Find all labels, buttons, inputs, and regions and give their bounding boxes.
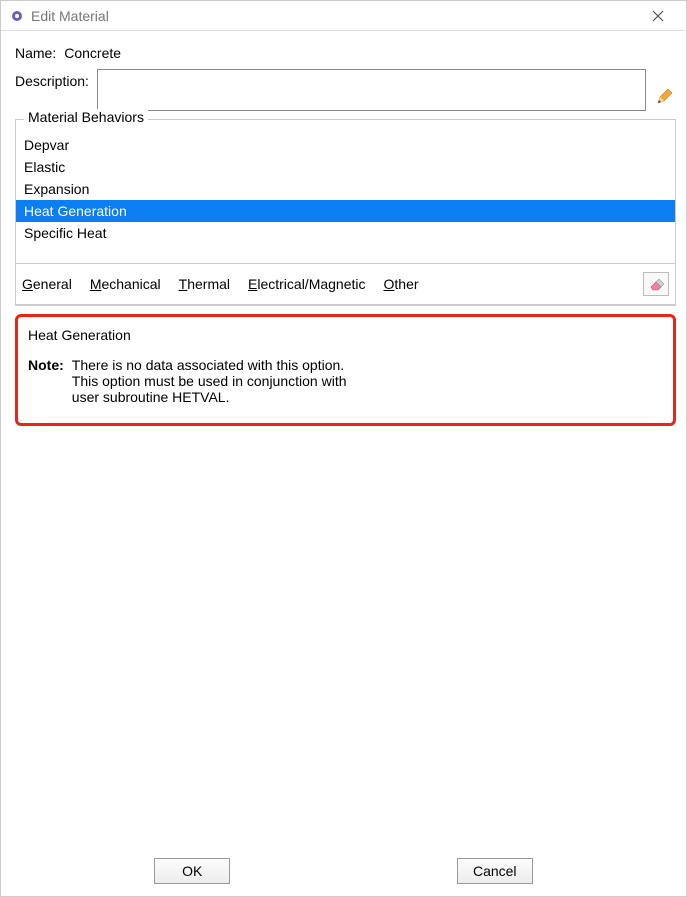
behavior-menubar: General Mechanical Thermal Electrical/Ma… [16,264,675,305]
description-input[interactable] [97,69,646,111]
app-icon [9,8,25,24]
pencil-icon [656,87,674,105]
behavior-item[interactable]: Heat Generation [16,200,675,222]
behavior-item[interactable]: Depvar [16,134,675,156]
dialog-content: Name: Concrete Description: Material Beh… [1,31,686,846]
menu-other[interactable]: Other [384,276,419,292]
titlebar: Edit Material [1,1,686,31]
material-behaviors-fieldset: Material Behaviors DepvarElasticExpansio… [15,119,676,306]
behavior-list[interactable]: DepvarElasticExpansionHeat GenerationSpe… [16,134,675,264]
eraser-icon [648,277,664,291]
behavior-note: Note: There is no data associated with t… [28,357,663,405]
window-title: Edit Material [31,8,638,24]
edit-description-button[interactable] [654,85,676,107]
note-text: There is no data associated with this op… [72,357,347,405]
behavior-detail-panel: Heat Generation Note: There is no data a… [15,314,676,426]
behavior-item[interactable]: Expansion [16,178,675,200]
ok-button[interactable]: OK [154,858,230,884]
name-row: Name: Concrete [15,41,676,61]
name-label: Name: [15,41,56,61]
behavior-item[interactable]: Specific Heat [16,222,675,244]
menu-electrical[interactable]: Electrical/Magnetic [248,276,366,292]
behavior-item[interactable]: Elastic [16,156,675,178]
delete-behavior-button[interactable] [643,272,669,296]
note-label: Note: [28,357,64,373]
menu-thermal[interactable]: Thermal [179,276,230,292]
dialog-footer: OK Cancel [1,846,686,896]
close-button[interactable] [638,2,678,30]
name-value: Concrete [64,41,121,61]
behavior-detail-title: Heat Generation [28,327,663,343]
cancel-button[interactable]: Cancel [457,858,533,884]
description-row: Description: [15,69,676,111]
menu-mechanical[interactable]: Mechanical [90,276,161,292]
material-behaviors-legend: Material Behaviors [24,109,148,125]
menu-general[interactable]: General [22,276,72,292]
description-label: Description: [15,69,89,89]
